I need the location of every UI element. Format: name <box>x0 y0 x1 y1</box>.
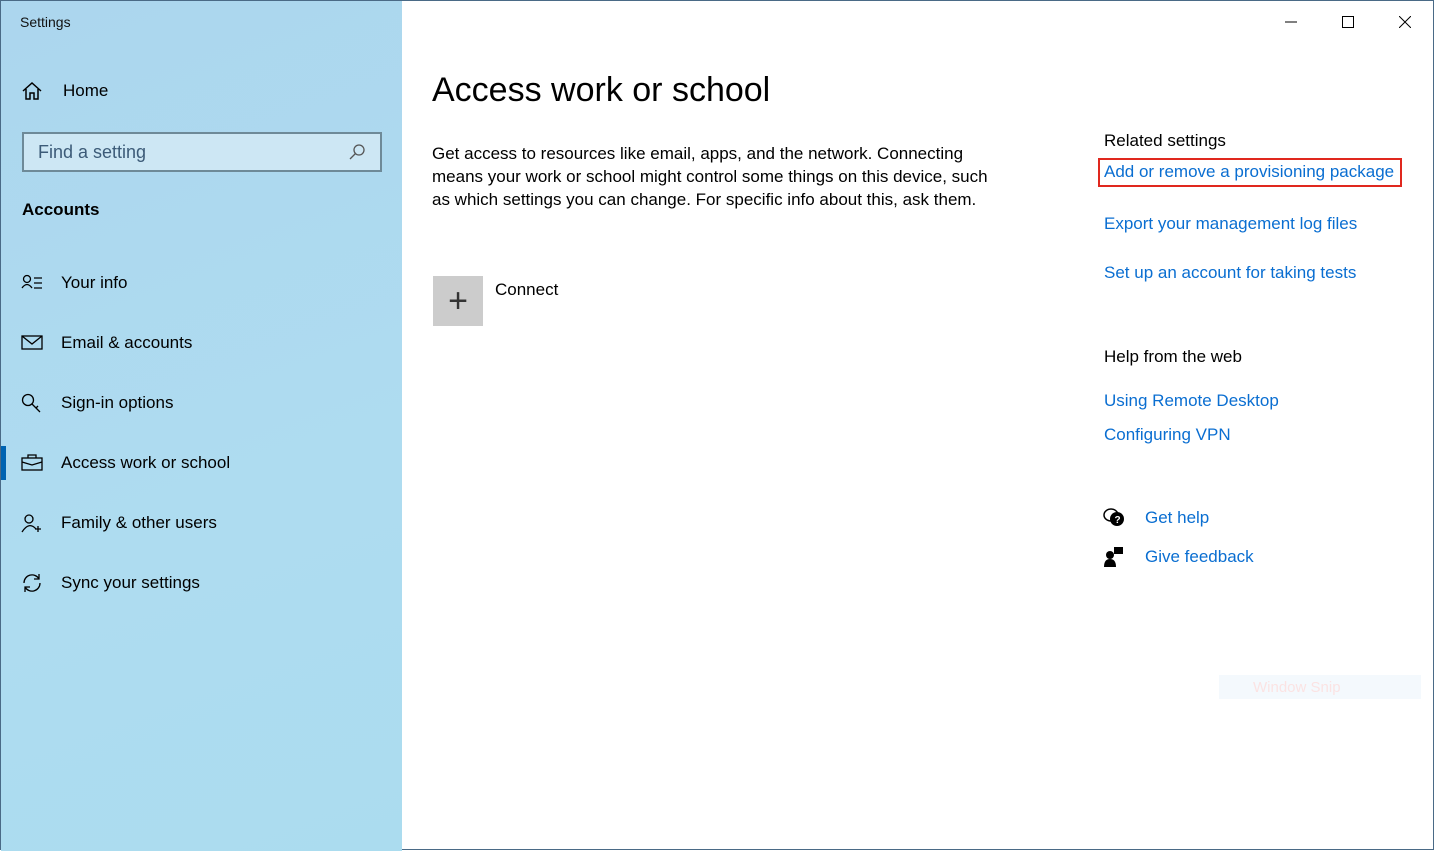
connect-label: Connect <box>495 280 559 299</box>
page-title: Access work or school <box>432 71 771 109</box>
person-list-icon <box>21 274 42 289</box>
search-icon[interactable] <box>348 143 366 161</box>
sidebar-item-label: Family & other users <box>61 513 217 532</box>
svg-text:?: ? <box>1115 515 1121 526</box>
mail-icon <box>21 335 43 350</box>
briefcase-icon <box>21 454 43 471</box>
maximize-button[interactable] <box>1333 9 1363 35</box>
remote-desktop-link[interactable]: Using Remote Desktop <box>1104 391 1279 411</box>
give-feedback-link[interactable]: Give feedback <box>1103 546 1254 568</box>
close-icon <box>1399 16 1411 28</box>
give-feedback-label: Give feedback <box>1145 547 1254 566</box>
sidebar: Settings Home Find a setting Accounts Yo… <box>1 1 402 851</box>
search-input[interactable]: Find a setting <box>22 132 382 172</box>
plus-icon: + <box>433 276 483 326</box>
help-web-heading: Help from the web <box>1104 347 1242 366</box>
minimize-icon <box>1285 21 1297 23</box>
minimize-button[interactable] <box>1276 9 1306 35</box>
sync-icon <box>23 574 41 592</box>
sidebar-home[interactable]: Home <box>21 81 108 101</box>
sidebar-item-email-accounts[interactable]: Email & accounts <box>1 323 402 363</box>
connect-button[interactable]: + Connect <box>433 276 558 326</box>
home-icon <box>22 81 42 100</box>
section-heading: Accounts <box>22 200 100 219</box>
settings-window: Settings Home Find a setting Accounts Yo… <box>0 0 1434 851</box>
sidebar-item-access-work-or-school[interactable]: Access work or school <box>1 443 402 483</box>
window-snip-overlay: Window Snip <box>1219 675 1421 699</box>
provisioning-package-link[interactable]: Add or remove a provisioning package <box>1098 158 1403 187</box>
person-add-icon <box>21 514 41 533</box>
maximize-icon <box>1342 16 1354 28</box>
search-placeholder: Find a setting <box>38 141 147 162</box>
taking-tests-link[interactable]: Set up an account for taking tests <box>1104 263 1356 283</box>
close-button[interactable] <box>1390 9 1420 35</box>
home-label: Home <box>63 81 109 100</box>
vpn-link[interactable]: Configuring VPN <box>1104 425 1231 445</box>
sidebar-item-sign-in-options[interactable]: Sign-in options <box>1 383 402 423</box>
sidebar-item-label: Sync your settings <box>61 573 200 592</box>
sidebar-item-label: Sign-in options <box>61 393 174 412</box>
sidebar-item-your-info[interactable]: Your info <box>1 263 402 303</box>
export-log-files-link[interactable]: Export your management log files <box>1104 214 1357 234</box>
sidebar-item-family-other-users[interactable]: Family & other users <box>1 503 402 543</box>
sidebar-item-label: Email & accounts <box>61 333 193 352</box>
page-description: Get access to resources like email, apps… <box>432 144 988 209</box>
get-help-label: Get help <box>1145 508 1210 527</box>
get-help-link[interactable]: ? Get help <box>1103 507 1209 529</box>
app-title: Settings <box>20 14 71 30</box>
key-icon <box>21 393 41 413</box>
sidebar-item-label: Your info <box>61 273 128 292</box>
get-help-icon: ? <box>1103 508 1124 526</box>
give-feedback-icon <box>1104 547 1123 567</box>
sidebar-item-sync-settings[interactable]: Sync your settings <box>1 563 402 603</box>
sidebar-item-label: Access work or school <box>61 453 231 472</box>
related-settings-heading: Related settings <box>1104 131 1226 150</box>
